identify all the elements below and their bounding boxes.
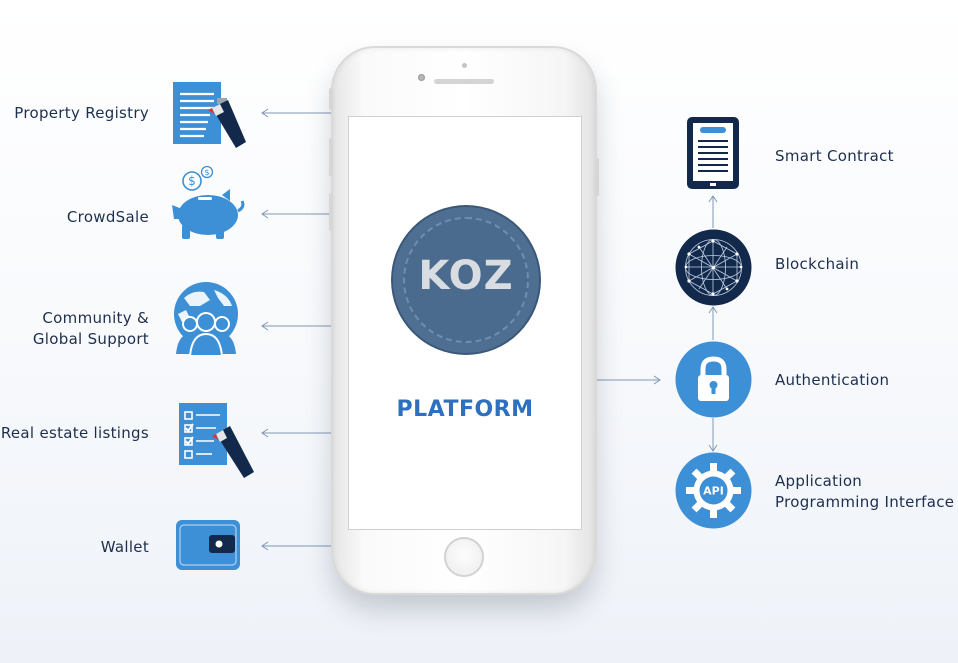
label-wallet: Wallet [100, 538, 149, 556]
document-pen-icon [173, 82, 246, 148]
label-api: Application Programming Interface [775, 471, 957, 513]
piggy-bank-icon: $ $ [172, 165, 245, 239]
svg-text:$: $ [204, 168, 209, 177]
koz-coin-logo: KOZ [393, 207, 539, 353]
phone-camera [418, 74, 425, 81]
phone-home-button [444, 537, 484, 577]
checklist-pen-icon [179, 403, 254, 478]
label-crowdsale: CrowdSale [66, 208, 149, 226]
globe-people-icon [174, 282, 238, 356]
svg-text:$: $ [188, 174, 196, 188]
label-community-line1: Community & [42, 309, 149, 327]
label-api-line2: Programming Interface [775, 493, 955, 511]
label-blockchain: Blockchain [775, 255, 860, 273]
label-community-line2: Global Support [32, 330, 149, 348]
phone-sensor [462, 63, 467, 68]
tablet-document-icon [687, 117, 739, 189]
label-authentication: Authentication [775, 371, 890, 389]
label-community: Community & Global Support [0, 308, 149, 350]
platform-title: PLATFORM [396, 397, 534, 422]
phone-device: KOZ PLATFORM [329, 48, 599, 593]
phone-volume-up [329, 138, 333, 176]
label-property-registry: Property Registry [14, 104, 149, 122]
wallet-icon [176, 520, 240, 570]
phone-volume-down [329, 193, 333, 231]
label-real-estate-listings: Real estate listings [0, 424, 149, 442]
koz-logo-text: KOZ [418, 253, 514, 299]
network-sphere-icon [675, 229, 752, 306]
api-gear-icon: API [675, 452, 752, 529]
label-smart-contract: Smart Contract [775, 147, 894, 165]
label-api-line1: Application [775, 472, 863, 490]
svg-text:API: API [703, 485, 724, 498]
phone-screen: KOZ PLATFORM [348, 116, 582, 530]
phone-side-button [329, 88, 333, 110]
phone-speaker [434, 79, 494, 84]
padlock-icon [675, 341, 752, 418]
phone-power-button [595, 158, 599, 196]
